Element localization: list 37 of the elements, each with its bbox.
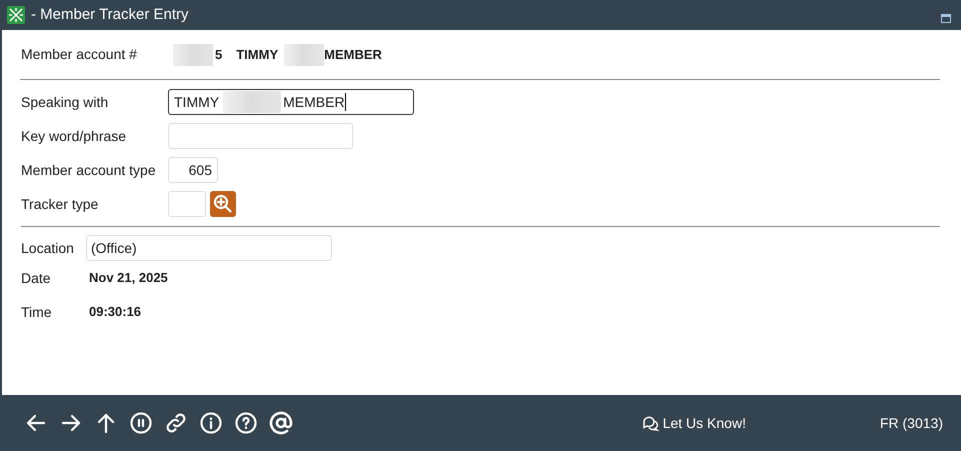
field-label: Key word/phrase — [21, 126, 128, 146]
text-cursor — [344, 93, 346, 111]
keyword-field[interactable] — [168, 123, 353, 149]
at-sign-icon[interactable] — [269, 411, 293, 435]
feedback-link[interactable]: Let Us Know! — [642, 412, 746, 434]
field-value: 09:30:16 — [89, 303, 142, 322]
zoom-in-icon — [213, 194, 233, 214]
tracker-type-field[interactable] — [168, 191, 206, 217]
lookup-button[interactable] — [210, 191, 236, 217]
field-label: Time — [21, 302, 53, 322]
help-icon[interactable] — [234, 411, 258, 435]
redaction-block — [284, 44, 324, 66]
field-label: Location — [21, 238, 75, 258]
pause-icon[interactable] — [129, 411, 153, 435]
chat-bubbles-icon — [642, 415, 660, 431]
field-label: Date — [21, 268, 52, 288]
window-title: - Member Tracker Entry — [31, 4, 189, 25]
field-text: TIMMY — [174, 92, 220, 112]
user-code: FR (3013) — [880, 414, 943, 433]
field-text: MEMBER — [283, 92, 345, 112]
redaction-block — [223, 91, 282, 113]
info-icon[interactable] — [199, 411, 223, 435]
field-label: Member account type — [21, 160, 157, 180]
speaking-with-field[interactable]: TIMMY MEMBER — [168, 89, 414, 115]
member-last-name: MEMBER — [324, 46, 382, 64]
field-label: Speaking with — [21, 92, 110, 112]
redaction-block — [173, 44, 213, 66]
field-label: Tracker type — [21, 194, 100, 214]
account-type-field[interactable]: 605 — [168, 157, 218, 183]
link-icon[interactable] — [164, 411, 188, 435]
member-first-name: TIMMY — [236, 46, 278, 64]
maximize-icon[interactable] — [941, 14, 951, 22]
field-label: Member account # — [21, 45, 138, 64]
account-number: 5 — [215, 46, 222, 64]
app-logo-icon — [7, 6, 25, 24]
field-value: Nov 21, 2025 — [89, 269, 168, 288]
location-field[interactable]: (Office) — [86, 235, 332, 261]
